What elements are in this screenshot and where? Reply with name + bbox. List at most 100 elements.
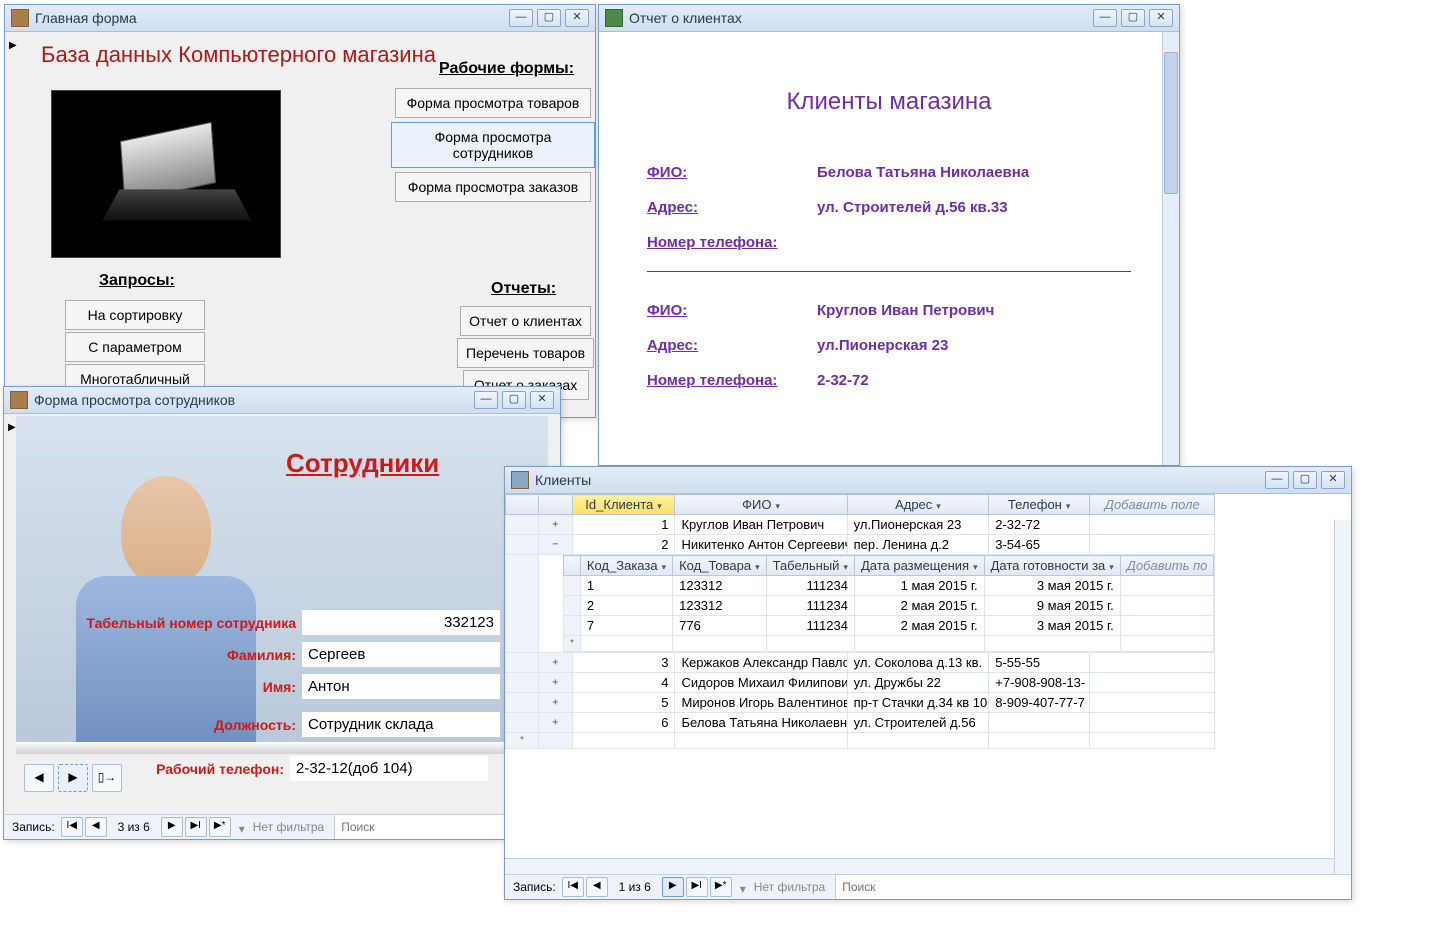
maximize-button[interactable]: ▢: [1121, 9, 1145, 27]
table-row[interactable]: 77761112342 мая 2015 г.3 мая 2015 г.: [564, 616, 1214, 636]
table-row[interactable]: +3Кержаков Александр Павловичул. Соколов…: [506, 653, 1215, 673]
clients-titlebar[interactable]: Клиенты — ▢ ✕: [505, 467, 1351, 494]
first-record-button[interactable]: I◀: [562, 877, 584, 897]
selectall-corner[interactable]: [506, 495, 539, 515]
close-button[interactable]: ✕: [1321, 471, 1345, 489]
vertical-scrollbar[interactable]: [1334, 520, 1351, 875]
report-heading: Клиенты магазина: [599, 88, 1179, 116]
desk-shape: [16, 742, 548, 754]
new-record-button[interactable]: ▶*: [209, 817, 231, 837]
add-field-column[interactable]: Добавить поле: [1090, 495, 1215, 515]
view-orders-form-button[interactable]: Форма просмотра заказов: [395, 172, 591, 202]
next-record-button[interactable]: ▶: [161, 817, 183, 837]
collapse-row-button[interactable]: −: [539, 535, 573, 555]
col-idclient[interactable]: Id_Клиента: [572, 495, 675, 515]
sub-header-row: Код_Заказа Код_Товара Табельный Дата раз…: [564, 556, 1214, 576]
nav-next-button[interactable]: ▶: [58, 764, 88, 792]
table-row[interactable]: +5Миронов Игорь Валентиновичпр-т Стачки …: [506, 693, 1215, 713]
search-input[interactable]: [835, 875, 1351, 899]
close-button[interactable]: ✕: [1149, 9, 1173, 27]
param-query-button[interactable]: С параметром: [65, 332, 205, 362]
orders-subgrid[interactable]: Код_Заказа Код_Товара Табельный Дата раз…: [563, 555, 1214, 652]
subcol-orderid[interactable]: Код_Заказа: [580, 556, 672, 576]
record-label: Запись:: [12, 820, 55, 834]
fio-value: Белова Татьяна Николаевна: [817, 164, 1029, 181]
last-record-button[interactable]: ▶I: [686, 877, 708, 897]
expand-row-button[interactable]: +: [539, 515, 573, 535]
product-image: [51, 90, 281, 258]
last-record-button[interactable]: ▶I: [185, 817, 207, 837]
new-record-button[interactable]: ▶*: [710, 877, 732, 897]
record-nav-buttons: ◀ ▶ ▯→: [24, 764, 122, 792]
table-row[interactable]: +1Круглов Иван Петровичул.Пионерская 232…: [506, 515, 1215, 535]
sub-add-field[interactable]: Добавить по: [1120, 556, 1214, 576]
filter-indicator[interactable]: ▾Нет фильтра: [734, 880, 832, 894]
horizontal-scrollbar[interactable]: [505, 858, 1335, 875]
tabnum-input[interactable]: [302, 610, 500, 635]
sub-grid-row: Код_Заказа Код_Товара Табельный Дата раз…: [506, 555, 1215, 653]
position-input[interactable]: [302, 712, 500, 737]
sub-corner[interactable]: [564, 556, 581, 576]
vertical-scrollbar[interactable]: [1162, 32, 1179, 465]
emp-titlebar[interactable]: Форма просмотра сотрудников — ▢ ✕: [4, 387, 560, 414]
view-products-form-button[interactable]: Форма просмотра товаров: [395, 88, 591, 118]
expand-row-button[interactable]: +: [539, 693, 573, 713]
report-window-title: Отчет о клиентах: [629, 10, 1093, 26]
nav-prev-button[interactable]: ◀: [24, 764, 54, 792]
clients-grid[interactable]: Id_Клиента ФИО Адрес Телефон Добавить по…: [505, 494, 1215, 749]
prev-record-button[interactable]: ◀: [586, 877, 608, 897]
expand-row-button[interactable]: +: [539, 673, 573, 693]
prev-record-button[interactable]: ◀: [85, 817, 107, 837]
col-fio[interactable]: ФИО: [675, 495, 847, 515]
view-employees-form-button[interactable]: Форма просмотра сотрудников: [391, 122, 595, 168]
scrollbar-thumb[interactable]: [1164, 52, 1178, 194]
header-row: Id_Клиента ФИО Адрес Телефон Добавить по…: [506, 495, 1215, 515]
nav-exit-button[interactable]: ▯→: [92, 764, 122, 792]
workphone-input[interactable]: [290, 756, 488, 781]
new-sub-row[interactable]: *: [564, 636, 1214, 652]
filter-indicator[interactable]: ▾Нет фильтра: [233, 820, 331, 834]
table-row[interactable]: 21233121112342 мая 2015 г.9 мая 2015 г.: [564, 596, 1214, 616]
firstname-input[interactable]: [302, 674, 500, 699]
maximize-button[interactable]: ▢: [502, 391, 526, 409]
first-record-button[interactable]: I◀: [61, 817, 83, 837]
funnel-icon: ▾: [239, 822, 249, 832]
table-row[interactable]: +6Белова Татьяна Николаевнаул. Строителе…: [506, 713, 1215, 733]
new-row[interactable]: *: [506, 733, 1215, 749]
subcol-prodid[interactable]: Код_Товара: [673, 556, 766, 576]
maximize-button[interactable]: ▢: [537, 9, 561, 27]
lastname-input[interactable]: [302, 642, 500, 667]
minimize-button[interactable]: —: [1093, 9, 1117, 27]
maximize-button[interactable]: ▢: [1293, 471, 1317, 489]
subcol-placed[interactable]: Дата размещения: [854, 556, 984, 576]
expand-row-button[interactable]: +: [539, 653, 573, 673]
col-phone[interactable]: Телефон: [989, 495, 1090, 515]
minimize-button[interactable]: —: [509, 9, 533, 27]
table-row[interactable]: −2Никитенко Антон Сергеевичпер. Ленина д…: [506, 535, 1215, 555]
record-position-input[interactable]: [109, 819, 159, 835]
subcol-ready[interactable]: Дата готовности за: [984, 556, 1120, 576]
col-address[interactable]: Адрес: [847, 495, 989, 515]
subcol-tabnum[interactable]: Табельный: [766, 556, 854, 576]
clients-window-title: Клиенты: [535, 472, 1265, 488]
record-position-input[interactable]: [610, 879, 660, 895]
products-list-button[interactable]: Перечень товаров: [457, 338, 594, 368]
minimize-button[interactable]: —: [1265, 471, 1289, 489]
sort-query-button[interactable]: На сортировку: [65, 300, 205, 330]
table-row[interactable]: 11233121112341 мая 2015 г.3 мая 2015 г.: [564, 576, 1214, 596]
fio-label: ФИО:: [647, 302, 817, 319]
close-button[interactable]: ✕: [565, 9, 589, 27]
minimize-button[interactable]: —: [474, 391, 498, 409]
form-icon: [11, 9, 29, 27]
record-selector-icon[interactable]: [9, 36, 19, 46]
employee-photo: Сотрудники Табельный номер сотрудника Фа…: [16, 416, 548, 754]
clients-report-button[interactable]: Отчет о клиентах: [460, 306, 591, 336]
record-navbar: Запись: I◀ ◀ ▶ ▶I ▶* ▾Нет фильтра: [505, 874, 1351, 899]
next-record-button[interactable]: ▶: [662, 877, 684, 897]
address-label: Адрес:: [647, 199, 817, 216]
expand-row-button[interactable]: +: [539, 713, 573, 733]
table-row[interactable]: +4Сидоров Михаил Филиповичул. Дружбы 22+…: [506, 673, 1215, 693]
close-button[interactable]: ✕: [530, 391, 554, 409]
main-titlebar[interactable]: Главная форма — ▢ ✕: [5, 5, 595, 32]
report-titlebar[interactable]: Отчет о клиентах — ▢ ✕: [599, 5, 1179, 32]
